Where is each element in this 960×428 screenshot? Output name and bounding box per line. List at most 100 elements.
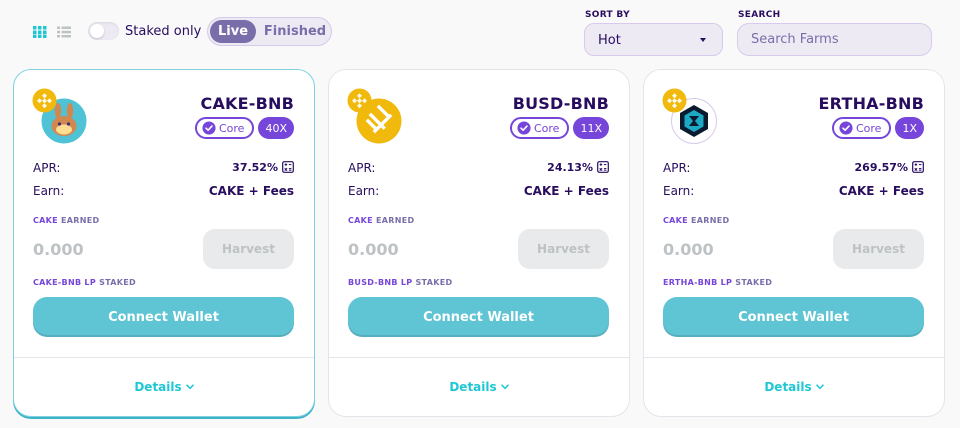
calculator-icon[interactable] — [597, 161, 609, 173]
farm-badges: Core 40X — [194, 117, 294, 139]
farm-badges: Core 11X — [509, 117, 609, 139]
multiplier-badge: 1X — [895, 117, 924, 139]
earn-value: CAKE + Fees — [208, 184, 294, 198]
verified-icon — [839, 121, 853, 135]
farm-card-body: ERTHA-BNB Core 1X APR: 269.57% Earn: CAK… — [644, 70, 944, 357]
apr-label: APR: — [33, 161, 61, 175]
earned-amount: 0.000 — [33, 240, 84, 259]
lp-staked-suffix: STAKED — [415, 278, 453, 287]
view-mode-toggle — [33, 26, 71, 38]
farm-card-ertha-bnb: ERTHA-BNB Core 1X APR: 269.57% Earn: CAK… — [643, 69, 945, 417]
sort-by-select[interactable]: Hot — [584, 23, 723, 56]
farm-card-cake-bnb: CAKE-BNB Core 40X APR: 37.52% Earn: CAKE… — [13, 69, 315, 417]
card-divider — [644, 357, 944, 358]
connect-wallet-button[interactable]: Connect Wallet — [33, 297, 294, 337]
tab-finished[interactable]: Finished — [260, 20, 330, 43]
multiplier-badge: 40X — [258, 117, 294, 139]
earned-amount: 0.000 — [348, 240, 399, 259]
multiplier-badge: 11X — [573, 117, 609, 139]
farms-toolbar: Staked only Live Finished SORT BY Hot SE… — [0, 0, 960, 70]
earned-section-label: CAKE EARNED — [663, 216, 729, 225]
core-badge: Core — [194, 117, 255, 139]
bnb-icon — [662, 88, 687, 113]
lp-staked-label: ERTHA-BNB LP STAKED — [663, 278, 772, 287]
apr-label: APR: — [348, 161, 376, 175]
earned-section-label: CAKE EARNED — [348, 216, 414, 225]
bnb-icon — [32, 88, 57, 113]
farm-pair-name: CAKE-BNB — [200, 94, 294, 113]
verified-icon — [517, 121, 531, 135]
core-badge: Core — [831, 117, 892, 139]
earned-section-label: CAKE EARNED — [33, 216, 99, 225]
card-divider — [329, 357, 629, 358]
farm-card-body: CAKE-BNB Core 40X APR: 37.52% Earn: CAKE… — [14, 70, 314, 357]
toggle-knob — [90, 24, 104, 38]
harvest-button[interactable]: Harvest — [518, 229, 609, 269]
farm-badges: Core 1X — [831, 117, 924, 139]
earned-suffix: EARNED — [61, 216, 100, 225]
lp-token: ERTHA-BNB LP — [663, 278, 733, 287]
earn-label: Earn: — [663, 184, 695, 198]
farm-pair-name: ERTHA-BNB — [818, 94, 924, 113]
details-label: Details — [764, 380, 812, 394]
staked-only-label: Staked only — [125, 24, 202, 39]
apr-value: 37.52% — [232, 161, 278, 174]
earned-suffix: EARNED — [376, 216, 415, 225]
chevron-down-icon — [185, 384, 194, 390]
token-pair-logo — [347, 88, 403, 144]
tab-live[interactable]: Live — [210, 20, 256, 43]
farm-card-busd-bnb: BUSD-BNB Core 11X APR: 24.13% Earn: CAKE… — [328, 69, 630, 417]
sort-by-value: Hot — [598, 33, 621, 48]
live-finished-tabs: Live Finished — [207, 17, 332, 46]
lp-staked-suffix: STAKED — [99, 278, 136, 287]
apr-label: APR: — [663, 161, 691, 175]
details-label: Details — [134, 380, 182, 394]
earn-value: CAKE + Fees — [523, 184, 609, 198]
card-view-icon[interactable] — [33, 26, 47, 38]
token-pair-logo — [32, 88, 88, 144]
details-toggle[interactable]: Details — [14, 380, 314, 394]
details-toggle[interactable]: Details — [329, 380, 629, 394]
earn-value: CAKE + Fees — [838, 184, 924, 198]
earn-label: Earn: — [348, 184, 380, 198]
lp-staked-suffix: STAKED — [735, 278, 773, 287]
lp-staked-label: CAKE-BNB LP STAKED — [33, 278, 136, 287]
apr-value: 269.57% — [854, 161, 908, 174]
sort-by-label: SORT BY — [585, 10, 630, 20]
chevron-down-icon — [500, 384, 509, 390]
chevron-down-icon — [815, 384, 824, 390]
lp-staked-label: BUSD-BNB LP STAKED — [348, 278, 452, 287]
search-label: SEARCH — [738, 10, 781, 20]
token-pair-logo — [662, 88, 718, 144]
verified-icon — [202, 121, 216, 135]
farm-card-body: BUSD-BNB Core 11X APR: 24.13% Earn: CAKE… — [329, 70, 629, 357]
connect-wallet-button[interactable]: Connect Wallet — [348, 297, 609, 337]
calculator-icon[interactable] — [912, 161, 924, 173]
earn-label: Earn: — [33, 184, 65, 198]
harvest-button[interactable]: Harvest — [833, 229, 924, 269]
card-divider — [14, 357, 314, 358]
lp-token: CAKE-BNB LP — [33, 278, 96, 287]
farm-pair-name: BUSD-BNB — [512, 94, 609, 113]
core-badge-label: Core — [218, 121, 245, 135]
bnb-icon — [347, 88, 372, 113]
earned-token: CAKE — [348, 216, 373, 225]
caret-down-icon — [700, 38, 706, 42]
search-input[interactable] — [737, 23, 932, 56]
apr-value: 24.13% — [547, 161, 593, 174]
earned-amount: 0.000 — [663, 240, 714, 259]
details-label: Details — [449, 380, 497, 394]
earned-token: CAKE — [33, 216, 58, 225]
staked-only-toggle[interactable] — [88, 22, 119, 40]
core-badge: Core — [509, 117, 570, 139]
core-badge-label: Core — [533, 121, 560, 135]
details-toggle[interactable]: Details — [644, 380, 944, 394]
earned-suffix: EARNED — [691, 216, 730, 225]
core-badge-label: Core — [855, 121, 882, 135]
list-view-icon[interactable] — [57, 26, 71, 38]
earned-token: CAKE — [663, 216, 688, 225]
connect-wallet-button[interactable]: Connect Wallet — [663, 297, 924, 337]
calculator-icon[interactable] — [282, 161, 294, 173]
lp-token: BUSD-BNB LP — [348, 278, 413, 287]
harvest-button[interactable]: Harvest — [203, 229, 294, 269]
